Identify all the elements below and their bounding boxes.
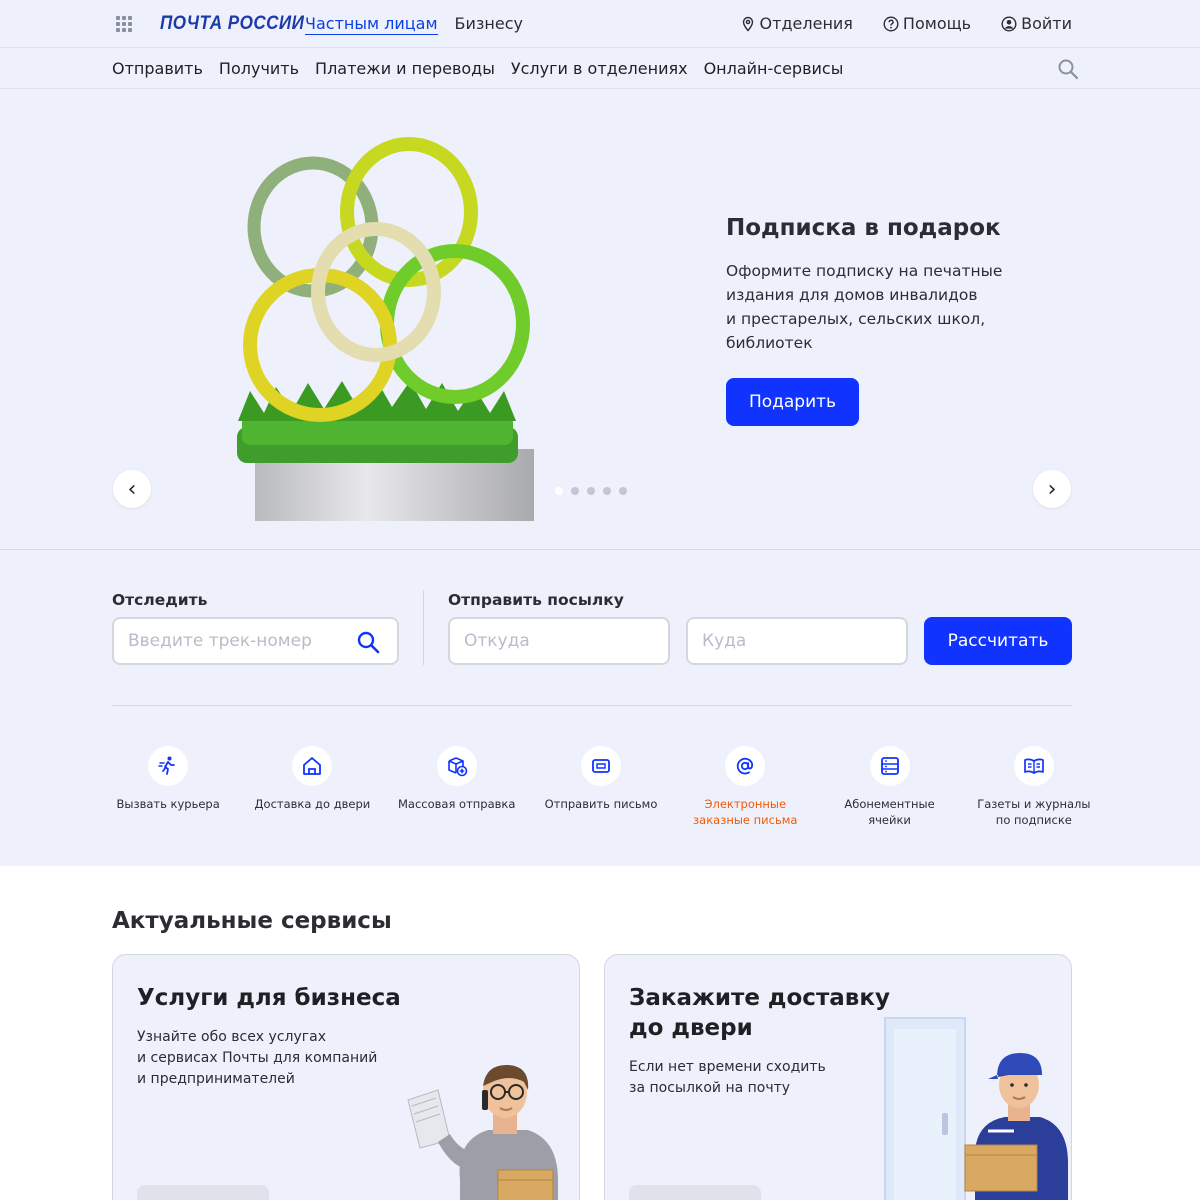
carousel-dot[interactable] bbox=[555, 487, 563, 495]
card-text-line: и сервисах Почты для компаний bbox=[137, 1050, 378, 1066]
offices-label: Отделения bbox=[759, 14, 853, 33]
letter-icon bbox=[592, 759, 610, 773]
carousel-dots bbox=[555, 487, 627, 495]
service-label: Отправить письмо bbox=[544, 797, 658, 811]
offices-link[interactable]: Отделения bbox=[740, 14, 853, 33]
home-icon bbox=[303, 757, 322, 775]
send-parcel-label: Отправить посылку bbox=[448, 591, 624, 609]
apps-grid-icon[interactable] bbox=[116, 16, 132, 32]
service-label: Вызвать курьера bbox=[116, 797, 220, 811]
audience-nav: Частным лицам Бизнесу bbox=[305, 14, 523, 35]
user-nav: Отделения Помощь Войти bbox=[740, 14, 1072, 33]
courier-icon bbox=[158, 756, 176, 775]
track-label: Отследить bbox=[112, 591, 208, 609]
box-plus-icon bbox=[447, 757, 468, 777]
service-po-boxes[interactable]: Абонементные ячейки bbox=[817, 746, 961, 828]
quick-tools: Отследить Отправить посылку Рассчитать В… bbox=[0, 550, 1200, 866]
to-input[interactable] bbox=[686, 617, 908, 665]
help-link[interactable]: Помощь bbox=[883, 14, 971, 33]
carousel-next-button[interactable]: › bbox=[1033, 470, 1071, 508]
card-text-line: Узнайте обо всех услугах bbox=[137, 1029, 326, 1045]
card-title: Услуги для бизнеса bbox=[137, 983, 401, 1013]
newspaper-icon bbox=[1023, 758, 1044, 774]
service-label: Абонементные bbox=[844, 797, 935, 811]
service-label: Электронные bbox=[704, 797, 787, 811]
lockers-icon bbox=[880, 757, 899, 775]
promo-description-line: издания для домов инвалидов bbox=[726, 286, 978, 304]
menu-item-office-services[interactable]: Услуги в отделениях bbox=[511, 59, 688, 78]
nav-business[interactable]: Бизнесу bbox=[455, 14, 523, 35]
card-text: Если нет времени сходить за посылкой на … bbox=[629, 1057, 826, 1099]
promo-illustration bbox=[237, 137, 534, 521]
menu-item-online-services[interactable]: Онлайн-сервисы bbox=[704, 59, 844, 78]
login-link[interactable]: Войти bbox=[1001, 14, 1072, 33]
search-icon[interactable] bbox=[1057, 58, 1079, 80]
courier-illustration bbox=[884, 1017, 1068, 1200]
service-subscriptions[interactable]: Газеты и журналы по подписке bbox=[962, 746, 1106, 828]
service-label: Доставка до двери bbox=[254, 797, 371, 811]
service-send-letter[interactable]: Отправить письмо bbox=[529, 746, 673, 828]
service-label: Газеты и журналы bbox=[977, 797, 1091, 811]
card-button[interactable] bbox=[137, 1185, 269, 1200]
card-text-line: и предпринимателей bbox=[137, 1071, 295, 1087]
promo-description-line: и престарелых, сельских школ, bbox=[726, 310, 986, 328]
card-text: Узнайте обо всех услугах и сервисах Почт… bbox=[137, 1027, 377, 1090]
card-title: Закажите доставку до двери bbox=[629, 983, 890, 1043]
from-input[interactable] bbox=[448, 617, 670, 665]
promo-title: Подписка в подарок bbox=[726, 215, 1001, 241]
logo[interactable]: ПОЧТА РОССИИ bbox=[160, 13, 304, 35]
service-label: заказные письма bbox=[693, 813, 798, 827]
calculate-button[interactable]: Рассчитать bbox=[924, 617, 1072, 665]
section-title: Актуальные сервисы bbox=[112, 908, 392, 934]
carousel-prev-button[interactable]: ‹ bbox=[113, 470, 151, 508]
help-label: Помощь bbox=[902, 14, 972, 33]
card-title-line: Услуги для бизнеса bbox=[137, 985, 401, 1011]
service-call-courier[interactable]: Вызвать курьера bbox=[96, 746, 240, 828]
businessman-illustration bbox=[407, 1064, 558, 1200]
carousel-dot[interactable] bbox=[619, 487, 627, 495]
services-row: Вызвать курьера Доставка до двери Массов… bbox=[96, 746, 1106, 828]
carousel-dot[interactable] bbox=[571, 487, 579, 495]
at-icon bbox=[737, 757, 754, 775]
promo-carousel: Подписка в подарок Оформите подписку на … bbox=[0, 89, 1200, 550]
user-circle-icon bbox=[1001, 15, 1017, 32]
card-button[interactable] bbox=[629, 1185, 761, 1200]
location-pin-icon bbox=[742, 16, 753, 32]
nav-private-persons[interactable]: Частным лицам bbox=[305, 14, 438, 35]
card-business-services[interactable]: Услуги для бизнеса Узнайте обо всех услу… bbox=[112, 954, 580, 1200]
track-search-icon[interactable] bbox=[356, 630, 380, 654]
service-bulk-shipping[interactable]: Массовая отправка bbox=[385, 746, 529, 828]
gift-button[interactable]: Подарить bbox=[726, 378, 859, 426]
menu-item-payments[interactable]: Платежи и переводы bbox=[315, 59, 495, 78]
promo-description: Оформите подписку на печатные издания дл… bbox=[726, 259, 1016, 355]
card-door-delivery[interactable]: Закажите доставку до двери Если нет врем… bbox=[604, 954, 1072, 1200]
promo-description-line: библиотек bbox=[726, 334, 813, 352]
service-label: Массовая отправка bbox=[397, 797, 516, 811]
carousel-dot[interactable] bbox=[603, 487, 611, 495]
card-text-line: за посылкой на почту bbox=[629, 1080, 791, 1096]
promo-description-line: Оформите подписку на печатные bbox=[726, 262, 1003, 280]
menu-item-receive[interactable]: Получить bbox=[219, 59, 299, 78]
service-door-delivery[interactable]: Доставка до двери bbox=[240, 746, 384, 828]
card-title-line: Закажите доставку bbox=[629, 985, 890, 1011]
login-label: Войти bbox=[1021, 14, 1072, 33]
carousel-dot[interactable] bbox=[587, 487, 595, 495]
section-divider bbox=[423, 590, 424, 665]
menu-item-send[interactable]: Отправить bbox=[112, 59, 203, 78]
service-label: ячейки bbox=[868, 813, 911, 827]
top-bar: ПОЧТА РОССИИ Частным лицам Бизнесу Отдел… bbox=[0, 0, 1200, 48]
service-label: по подписке bbox=[995, 813, 1072, 827]
card-text-line: Если нет времени сходить bbox=[629, 1059, 826, 1075]
card-title-line: до двери bbox=[629, 1015, 753, 1041]
divider bbox=[112, 705, 1072, 706]
question-circle-icon bbox=[883, 15, 899, 32]
service-e-registered-letters[interactable]: Электронные заказные письма bbox=[673, 746, 817, 828]
main-menu: Отправить Получить Платежи и переводы Ус… bbox=[0, 48, 1200, 89]
